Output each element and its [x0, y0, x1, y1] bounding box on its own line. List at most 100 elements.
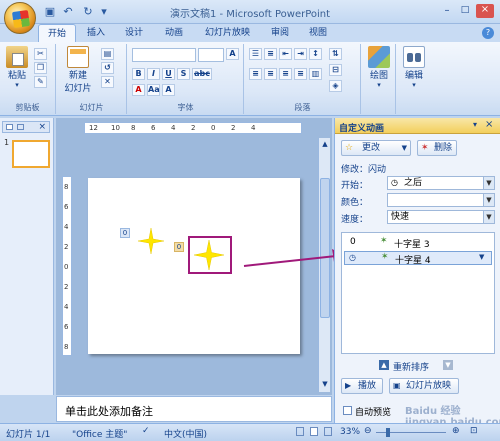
format-painter-icon[interactable]: ✎: [34, 76, 47, 88]
autopreview-checkbox[interactable]: [343, 406, 352, 415]
slides-pane: × 1: [0, 118, 54, 395]
ruler-tick: 12: [89, 124, 98, 132]
pane-menu-icon[interactable]: ▾: [473, 120, 477, 129]
emphasis-effect-icon: ✶: [380, 236, 388, 246]
zoom-out-icon[interactable]: ⊖: [364, 426, 372, 436]
delete-button[interactable]: ✶ 删除: [417, 140, 457, 156]
align-left-icon[interactable]: ≡: [249, 68, 262, 80]
group-paragraph: ☰ ≡ ⇤ ⇥ ↕ ≡ ≡ ≡ ≡ ▥ ⇅ ⊟ ◈ 段落: [245, 44, 361, 114]
align-right-icon[interactable]: ≡: [279, 68, 292, 80]
normal-view-icon[interactable]: [296, 427, 304, 436]
strikethrough-button[interactable]: abc: [192, 68, 212, 80]
close-pane-icon[interactable]: ×: [38, 122, 46, 132]
zoom-level[interactable]: 33%: [340, 427, 360, 437]
edit-button[interactable]: 编辑 ▾: [401, 46, 427, 89]
customize-quick-access-icon[interactable]: ▾: [96, 4, 112, 20]
close-pane-icon[interactable]: ×: [485, 119, 493, 130]
scroll-down-icon[interactable]: ▼: [320, 380, 330, 390]
animation-tag[interactable]: 0: [120, 228, 130, 238]
outline-tab-icon[interactable]: [17, 124, 24, 130]
ribbon: 粘贴 ▾ ✂ ❐ ✎ 剪贴板 新建 幻灯片 ▤ ↺ ✕ 幻灯片 A B I U …: [0, 42, 500, 116]
animation-tag[interactable]: 0: [174, 242, 184, 252]
change-button[interactable]: ☆ 更改 ▼: [341, 140, 411, 156]
chevron-down-icon[interactable]: ▼: [479, 253, 484, 261]
ruler-tick: 2: [64, 243, 69, 251]
tab-insert[interactable]: 插入: [78, 24, 114, 42]
italic-button[interactable]: I: [147, 68, 160, 80]
delete-slide-icon[interactable]: ✕: [101, 76, 114, 88]
slideshow-button[interactable]: ▣ 幻灯片放映: [389, 378, 459, 394]
slide-sorter-icon[interactable]: [310, 427, 318, 436]
smartart-icon[interactable]: ◈: [329, 80, 342, 92]
tab-design[interactable]: 设计: [116, 24, 152, 42]
line-spacing-icon[interactable]: ↕: [309, 48, 322, 60]
spelling-check-icon[interactable]: ✓: [142, 426, 150, 436]
slides-tab-icon[interactable]: [6, 124, 13, 130]
play-button[interactable]: ▶ 播放: [341, 378, 383, 394]
justify-icon[interactable]: ≡: [294, 68, 307, 80]
change-case-icon[interactable]: Aa: [147, 84, 160, 96]
speed-select[interactable]: 快速 ▼: [387, 210, 495, 224]
paste-label: 粘贴: [7, 71, 26, 81]
scroll-up-icon[interactable]: ▲: [320, 140, 330, 150]
paste-button[interactable]: 粘贴 ▾: [4, 46, 30, 89]
bold-button[interactable]: B: [132, 68, 145, 80]
maximize-icon[interactable]: □: [458, 5, 472, 17]
office-button[interactable]: [4, 2, 36, 34]
clear-format-icon[interactable]: A: [162, 84, 175, 96]
align-text-icon[interactable]: ⊟: [329, 64, 342, 76]
star-shape-4[interactable]: [194, 240, 224, 270]
reset-icon[interactable]: ↺: [101, 62, 114, 74]
cut-icon[interactable]: ✂: [34, 48, 47, 60]
undo-icon[interactable]: ↶: [60, 4, 76, 20]
font-color-button[interactable]: A: [132, 84, 145, 96]
font-size-combo[interactable]: [198, 48, 224, 62]
slide-thumbnail[interactable]: [12, 140, 50, 168]
increase-indent-icon[interactable]: ⇥: [294, 48, 307, 60]
numbering-icon[interactable]: ≡: [264, 48, 277, 60]
shadow-button[interactable]: S: [177, 68, 190, 80]
zoom-slider-thumb[interactable]: [386, 428, 390, 437]
list-item-selected[interactable]: ◷ ✶ 十字星 4 ▼: [344, 251, 492, 266]
pane-tabs[interactable]: ×: [2, 121, 50, 133]
delete-star-icon: ✶: [421, 143, 429, 153]
bullets-icon[interactable]: ☰: [249, 48, 262, 60]
slideshow-view-icon[interactable]: [324, 427, 332, 436]
close-icon[interactable]: ×: [476, 4, 494, 18]
underline-button[interactable]: U: [162, 68, 175, 80]
speed-label: 速度：: [341, 215, 369, 225]
tab-home[interactable]: 开始: [38, 24, 77, 42]
move-down-icon[interactable]: ▼: [443, 360, 453, 370]
star-shape-3[interactable]: [138, 228, 164, 254]
ruler-tick: 6: [151, 124, 156, 132]
tab-animations[interactable]: 动画: [156, 24, 192, 42]
layout-icon[interactable]: ▤: [101, 48, 114, 60]
notes-pane[interactable]: 单击此处添加备注: [56, 396, 332, 422]
fit-window-icon[interactable]: ⊡: [470, 426, 478, 436]
columns-icon[interactable]: ▥: [309, 68, 322, 80]
new-slide-button[interactable]: 新建 幻灯片: [61, 46, 95, 94]
draw-button[interactable]: 绘图 ▾: [366, 46, 392, 89]
minimize-icon[interactable]: –: [440, 5, 454, 17]
decrease-indent-icon[interactable]: ⇤: [279, 48, 292, 60]
help-icon[interactable]: ?: [482, 27, 494, 39]
tab-slideshow[interactable]: 幻灯片放映: [196, 24, 259, 42]
text-direction-icon[interactable]: ⇅: [329, 48, 342, 60]
slide-number: 1: [4, 138, 10, 147]
align-center-icon[interactable]: ≡: [264, 68, 277, 80]
zoom-in-icon[interactable]: ⊕: [452, 426, 460, 436]
copy-icon[interactable]: ❐: [34, 62, 47, 74]
ruler-tick: 8: [131, 124, 136, 132]
tab-view[interactable]: 视图: [300, 24, 336, 42]
save-icon[interactable]: ▣: [42, 4, 58, 20]
tab-review[interactable]: 审阅: [262, 24, 298, 42]
color-select[interactable]: ▼: [387, 193, 495, 207]
new-slide-label: 新建: [68, 71, 87, 81]
start-select[interactable]: ◷ 之后 ▼: [387, 176, 495, 190]
move-up-icon[interactable]: ▲: [379, 360, 389, 370]
list-item[interactable]: 0 ✶ 十字星 3: [344, 235, 492, 250]
grow-font-icon[interactable]: A: [226, 48, 239, 60]
emphasis-effect-icon: ✶: [381, 252, 389, 262]
font-name-combo[interactable]: [132, 48, 196, 62]
redo-icon[interactable]: ↻: [80, 4, 96, 20]
